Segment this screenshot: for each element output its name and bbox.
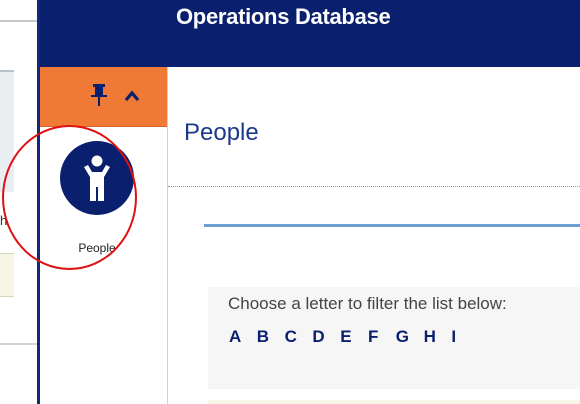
letter-filter-c[interactable]: C: [285, 327, 313, 347]
chevron-up-icon[interactable]: [124, 89, 140, 102]
title-divider: [168, 186, 580, 187]
letter-filter-e[interactable]: E: [340, 327, 368, 347]
section-rule: [204, 224, 580, 227]
bg-window-border: [0, 20, 40, 22]
bg-window-yellow-panel: [0, 253, 14, 297]
app-title: Operations Database: [176, 4, 391, 29]
main-content: People Choose a letter to filter the lis…: [168, 67, 580, 404]
sidebar-toolbar: [40, 67, 167, 127]
pin-icon[interactable]: [90, 84, 108, 106]
letter-filter-g[interactable]: G: [396, 327, 424, 347]
page-title: People: [184, 119, 259, 146]
letter-filter-f[interactable]: F: [368, 327, 396, 347]
letter-filter-h[interactable]: H: [424, 327, 452, 347]
letter-filter-b[interactable]: B: [257, 327, 285, 347]
filter-label: Choose a letter to filter the list below…: [228, 294, 507, 313]
letter-filter-d[interactable]: D: [312, 327, 340, 347]
bg-window-divider: [0, 343, 40, 345]
letter-filter-list: A B C D E F G H I: [229, 327, 479, 347]
highlight-circle: [2, 125, 137, 270]
letter-filter-a[interactable]: A: [229, 327, 257, 347]
letter-filter-i[interactable]: I: [451, 327, 479, 347]
letter-filter-panel: Choose a letter to filter the list below…: [208, 287, 580, 389]
app-header: Operations Database: [40, 0, 580, 67]
results-panel: [208, 400, 580, 404]
